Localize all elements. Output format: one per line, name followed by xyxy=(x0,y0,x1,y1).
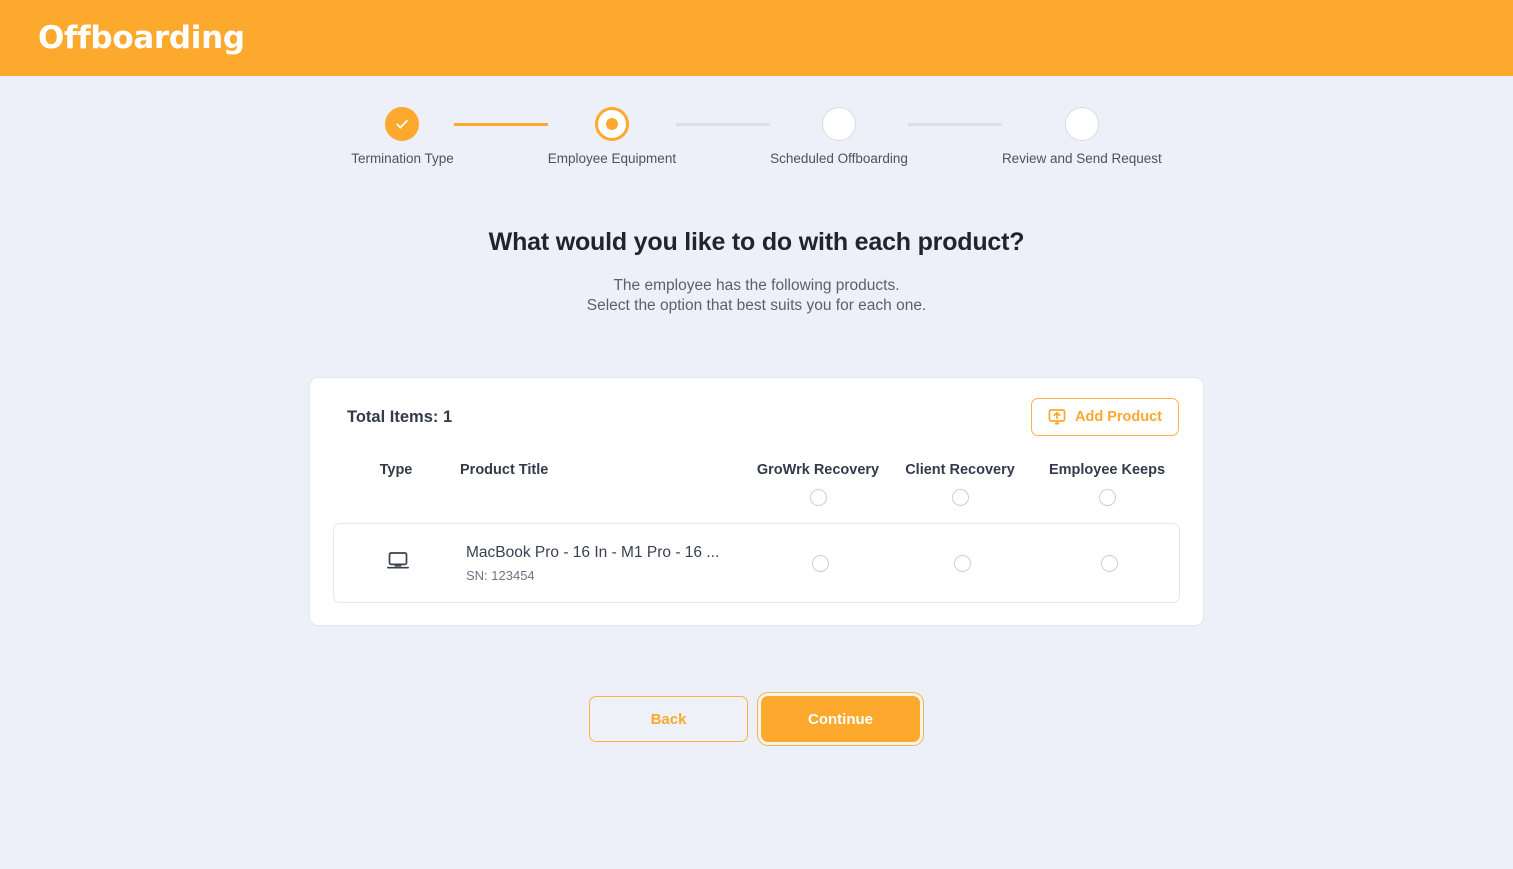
column-header-client-recovery: Client Recovery xyxy=(905,462,1015,478)
step-scheduled-offboarding[interactable]: Scheduled Offboarding xyxy=(770,107,908,166)
check-icon xyxy=(396,119,409,129)
laptop-icon xyxy=(385,548,411,579)
step-connector-3 xyxy=(907,122,1002,126)
page-title: What would you like to do with each prod… xyxy=(488,228,1025,256)
select-all-client-recovery-cell xyxy=(889,478,1031,523)
step-label: Termination Type xyxy=(351,151,454,166)
select-all-spacer xyxy=(332,478,460,523)
continue-button[interactable]: Continue xyxy=(761,696,920,742)
step-label: Scheduled Offboarding xyxy=(770,151,908,166)
row-type-cell xyxy=(334,548,462,579)
step-dot-icon xyxy=(605,118,618,130)
row-product-title: MacBook Pro - 16 In - M1 Pro - 16 ... xyxy=(466,544,720,561)
select-all-radio-row xyxy=(332,478,1183,523)
row-product-serial: SN: 123454 xyxy=(466,568,535,583)
step-connector-1 xyxy=(453,122,548,126)
select-all-growrk-recovery-radio[interactable] xyxy=(809,489,827,507)
products-card-wrap: Total Items: 1 Add Product Type Product … xyxy=(0,377,1513,626)
wizard-footer: Back Continue xyxy=(0,692,1513,746)
products-table: Type Product Title GroWrk Recovery Clien… xyxy=(332,436,1183,523)
column-header-product-title: Product Title xyxy=(460,462,549,478)
page-subtitle-line-2: Select the option that best suits you fo… xyxy=(586,297,927,314)
step-circle-todo xyxy=(1064,107,1099,141)
step-review-and-send-request[interactable]: Review and Send Request xyxy=(1002,107,1162,166)
card-topline: Total Items: 1 Add Product xyxy=(332,398,1181,436)
row-client-recovery-cell xyxy=(891,554,1033,572)
select-all-growrk-recovery-cell xyxy=(747,478,889,523)
add-product-button[interactable]: Add Product xyxy=(1031,398,1179,436)
select-all-employee-keeps-radio[interactable] xyxy=(1098,489,1116,507)
page-subtitle-line-1: The employee has the following products. xyxy=(613,277,900,294)
row-growrk-recovery-radio[interactable] xyxy=(811,554,829,572)
row-growrk-recovery-cell xyxy=(749,554,891,572)
continue-button-focus-ring: Continue xyxy=(757,692,924,746)
row-employee-keeps-radio[interactable] xyxy=(1100,554,1118,572)
column-header-type: Type xyxy=(379,462,413,478)
select-all-employee-keeps-cell xyxy=(1031,478,1183,523)
app-title: Offboarding xyxy=(38,20,245,56)
table-row[interactable]: MacBook Pro - 16 In - M1 Pro - 16 ... SN… xyxy=(333,523,1180,603)
table-header-row: Type Product Title GroWrk Recovery Clien… xyxy=(332,436,1183,478)
total-items-label: Total Items: 1 xyxy=(347,407,453,426)
app-header: Offboarding xyxy=(0,0,1513,76)
monitor-upload-icon xyxy=(1048,408,1066,426)
row-product-cell: MacBook Pro - 16 In - M1 Pro - 16 ... SN… xyxy=(462,543,749,583)
row-employee-keeps-cell xyxy=(1033,554,1185,572)
row-client-recovery-radio[interactable] xyxy=(953,554,971,572)
step-label: Review and Send Request xyxy=(1001,151,1162,166)
page-subtitle: The employee has the following products.… xyxy=(0,276,1513,316)
add-product-label: Add Product xyxy=(1075,409,1162,425)
back-button[interactable]: Back xyxy=(589,696,748,742)
progress-stepper: Termination Type Employee Equipment Sche… xyxy=(0,76,1513,166)
step-connector-2 xyxy=(676,122,771,126)
step-circle-completed xyxy=(385,107,420,141)
select-all-client-recovery-radio[interactable] xyxy=(951,489,969,507)
step-termination-type[interactable]: Termination Type xyxy=(351,107,454,166)
step-employee-equipment[interactable]: Employee Equipment xyxy=(548,107,676,166)
column-header-employee-keeps: Employee Keeps xyxy=(1048,462,1166,478)
products-card: Total Items: 1 Add Product Type Product … xyxy=(309,377,1204,626)
step-label: Employee Equipment xyxy=(547,151,677,166)
column-header-growrk-recovery: GroWrk Recovery xyxy=(756,462,880,478)
select-all-spacer-2 xyxy=(460,478,747,523)
page-heading-block: What would you like to do with each prod… xyxy=(0,228,1513,316)
step-circle-todo xyxy=(822,107,856,141)
step-circle-active xyxy=(594,107,629,141)
